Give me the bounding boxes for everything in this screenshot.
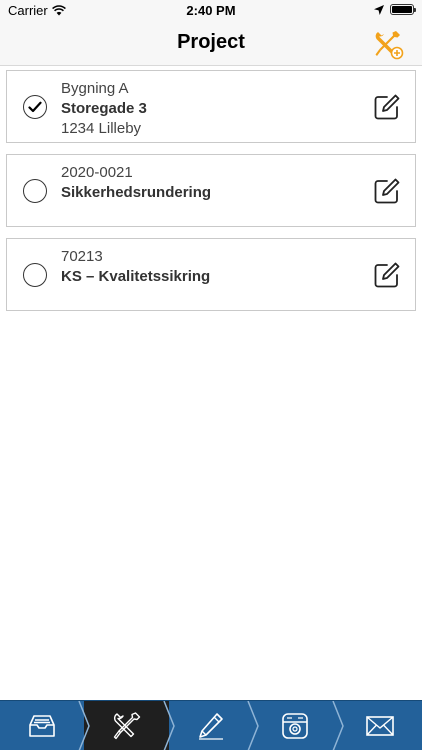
pencil-icon: [199, 713, 224, 740]
tab-divider: [78, 701, 91, 750]
edit-icon: [374, 178, 400, 204]
camera-icon: [282, 713, 309, 739]
project-checkbox[interactable]: [23, 263, 47, 287]
project-checkbox[interactable]: [23, 179, 47, 203]
tools-icon: [113, 712, 140, 740]
add-project-button[interactable]: [372, 28, 404, 60]
edit-project-button[interactable]: [373, 177, 401, 205]
project-item[interactable]: 2020-0021 Sikkerhedsrundering: [6, 154, 416, 227]
tab-inbox[interactable]: [0, 701, 91, 750]
tab-bar: [0, 700, 422, 750]
location-arrow-icon: [374, 4, 384, 15]
project-line1: 70213: [61, 248, 103, 265]
edit-icon: [374, 94, 400, 120]
project-text: 2020-0021 Sikkerhedsrundering: [61, 163, 211, 203]
project-line3: 1234 Lilleby: [61, 120, 142, 137]
project-checkbox[interactable]: [23, 95, 47, 119]
project-line1: Bygning A: [61, 80, 129, 97]
project-text: 70213 KS – Kvalitetssikring: [61, 247, 210, 287]
edit-project-button[interactable]: [373, 93, 401, 121]
edit-project-button[interactable]: [373, 261, 401, 289]
tab-mail[interactable]: [338, 701, 422, 750]
page-title: Project: [177, 31, 245, 53]
tab-tools[interactable]: [84, 701, 175, 750]
tab-camera[interactable]: [253, 701, 344, 750]
status-right: [374, 4, 416, 15]
project-line1: 2020-0021: [61, 164, 133, 181]
tools-add-icon: [375, 31, 404, 60]
tab-pencil[interactable]: [169, 701, 260, 750]
project-line2: KS – Kvalitetssikring: [61, 268, 211, 285]
tab-divider: [163, 701, 175, 750]
checkmark-icon: [28, 101, 42, 113]
project-text: Bygning A Storegade 3 1234 Lilleby: [61, 79, 147, 139]
status-time: 2:40 PM: [186, 3, 236, 18]
edit-icon: [374, 262, 400, 288]
nav-bar: Project: [0, 22, 422, 66]
project-line2: Storegade 3: [61, 100, 147, 117]
tab-divider: [247, 701, 260, 750]
inbox-icon: [29, 715, 56, 737]
project-item[interactable]: 70213 KS – Kvalitetssikring: [6, 238, 416, 311]
project-list: Bygning A Storegade 3 1234 Lilleby 2020-…: [6, 70, 416, 322]
project-line2: Sikkerhedsrundering: [61, 184, 212, 201]
battery-level: [392, 6, 412, 13]
project-item[interactable]: Bygning A Storegade 3 1234 Lilleby: [6, 70, 416, 143]
status-bar: Carrier 2:40 PM: [0, 0, 422, 22]
battery-icon: [390, 4, 416, 15]
tab-divider: [331, 701, 344, 750]
mail-icon: [366, 716, 394, 736]
